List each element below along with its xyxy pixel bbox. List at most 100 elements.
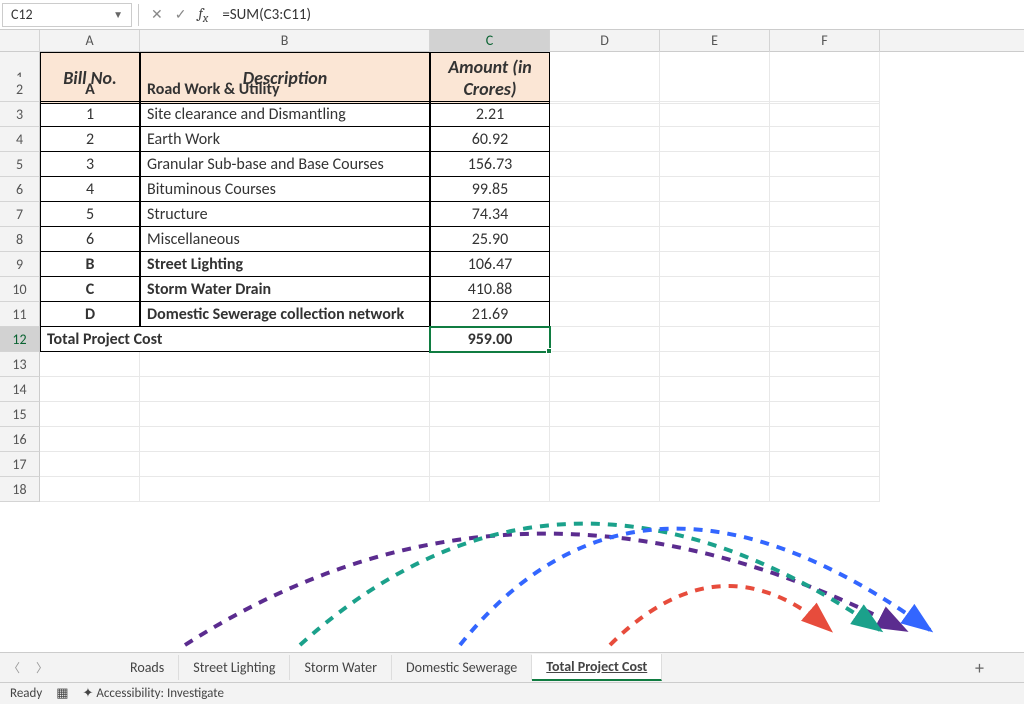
cell[interactable] — [550, 302, 660, 327]
cell-bill[interactable]: 1 — [40, 102, 140, 127]
cell[interactable] — [660, 352, 770, 377]
cell[interactable] — [770, 277, 880, 302]
cell-amount[interactable]: 25.90 — [430, 227, 550, 252]
row-header[interactable]: 9 — [0, 252, 40, 277]
row-header[interactable]: 11 — [0, 302, 40, 327]
cell-description[interactable]: Street Lighting — [140, 252, 430, 277]
tab-total-project-cost[interactable]: Total Project Cost — [532, 654, 662, 681]
cell[interactable] — [770, 252, 880, 277]
column-header[interactable]: A — [40, 30, 140, 52]
cell[interactable] — [140, 427, 430, 452]
cell[interactable] — [430, 452, 550, 477]
tab-street-lighting[interactable]: Street Lighting — [179, 655, 290, 680]
cell[interactable] — [430, 402, 550, 427]
cell[interactable] — [550, 327, 660, 352]
cell[interactable] — [40, 452, 140, 477]
cell[interactable] — [550, 402, 660, 427]
formula-input[interactable]: =SUM(C3:C11) — [214, 0, 1024, 29]
column-header[interactable]: F — [770, 30, 880, 52]
cell[interactable] — [660, 427, 770, 452]
cell[interactable] — [140, 477, 430, 502]
column-header[interactable]: E — [660, 30, 770, 52]
cell[interactable] — [770, 152, 880, 177]
column-header[interactable]: C — [430, 30, 550, 52]
tab-nav-prev-icon[interactable]: 〈 — [0, 659, 28, 676]
cell[interactable] — [770, 427, 880, 452]
cell[interactable] — [430, 377, 550, 402]
cell[interactable] — [140, 402, 430, 427]
cell[interactable] — [140, 377, 430, 402]
tab-storm-water[interactable]: Storm Water — [290, 655, 392, 680]
cell[interactable] — [770, 177, 880, 202]
row-header[interactable]: 16 — [0, 427, 40, 452]
cell[interactable] — [550, 252, 660, 277]
cell[interactable] — [550, 377, 660, 402]
cell[interactable] — [550, 152, 660, 177]
cell[interactable] — [550, 452, 660, 477]
cell[interactable] — [140, 352, 430, 377]
cell[interactable] — [660, 327, 770, 352]
row-header[interactable]: 10 — [0, 277, 40, 302]
cell[interactable] — [660, 452, 770, 477]
cell[interactable] — [660, 77, 770, 102]
cell[interactable] — [40, 377, 140, 402]
cell-amount[interactable]: 106.47 — [430, 252, 550, 277]
cell[interactable] — [660, 302, 770, 327]
column-header[interactable]: B — [140, 30, 430, 52]
cell[interactable] — [660, 252, 770, 277]
cell[interactable] — [140, 452, 430, 477]
cell[interactable] — [660, 152, 770, 177]
cell-amount[interactable] — [430, 77, 550, 102]
row-header[interactable]: 14 — [0, 377, 40, 402]
cell-description[interactable]: Structure — [140, 202, 430, 227]
cell[interactable] — [40, 427, 140, 452]
cell[interactable] — [660, 402, 770, 427]
cell-bill[interactable]: D — [40, 302, 140, 327]
cell[interactable] — [550, 102, 660, 127]
cell[interactable] — [550, 227, 660, 252]
cell-amount[interactable]: 410.88 — [430, 277, 550, 302]
row-header[interactable]: 3 — [0, 102, 40, 127]
cell[interactable] — [770, 102, 880, 127]
cell-description[interactable]: Domestic Sewerage collection network — [140, 302, 430, 327]
cell[interactable] — [660, 277, 770, 302]
cell-amount[interactable]: 60.92 — [430, 127, 550, 152]
cell[interactable] — [550, 277, 660, 302]
fx-icon[interactable]: fx — [192, 4, 214, 26]
row-header[interactable]: 13 — [0, 352, 40, 377]
row-header[interactable]: 2 — [0, 77, 40, 102]
cell[interactable] — [770, 377, 880, 402]
row-header[interactable]: 12 — [0, 327, 40, 352]
cell-description[interactable]: Bituminous Courses — [140, 177, 430, 202]
cell[interactable] — [430, 477, 550, 502]
cell-total-amount[interactable]: 959.00 — [430, 327, 550, 352]
row-header[interactable]: 17 — [0, 452, 40, 477]
cell[interactable] — [660, 102, 770, 127]
cell[interactable] — [770, 452, 880, 477]
select-all-corner[interactable] — [0, 30, 40, 52]
cell[interactable] — [770, 352, 880, 377]
cell[interactable] — [550, 77, 660, 102]
cell-amount[interactable]: 156.73 — [430, 152, 550, 177]
cell[interactable] — [770, 227, 880, 252]
cell-bill[interactable]: C — [40, 277, 140, 302]
cell[interactable] — [40, 402, 140, 427]
cell-bill[interactable]: 3 — [40, 152, 140, 177]
cell[interactable] — [660, 202, 770, 227]
cell-bill[interactable]: 4 — [40, 177, 140, 202]
cell[interactable] — [550, 352, 660, 377]
cell[interactable] — [430, 427, 550, 452]
row-header[interactable]: 8 — [0, 227, 40, 252]
row-header[interactable]: 4 — [0, 127, 40, 152]
chevron-down-icon[interactable]: ▼ — [113, 8, 123, 21]
cancel-icon[interactable]: ✕ — [145, 6, 169, 23]
accessibility-status[interactable]: ✦ Accessibility: Investigate — [83, 686, 224, 701]
row-header[interactable]: 7 — [0, 202, 40, 227]
cell[interactable] — [660, 227, 770, 252]
cell[interactable] — [40, 352, 140, 377]
row-header[interactable]: 6 — [0, 177, 40, 202]
cell[interactable] — [770, 327, 880, 352]
tab-nav-next-icon[interactable]: 〉 — [28, 659, 56, 676]
cell-amount[interactable]: 21.69 — [430, 302, 550, 327]
cell[interactable] — [770, 402, 880, 427]
